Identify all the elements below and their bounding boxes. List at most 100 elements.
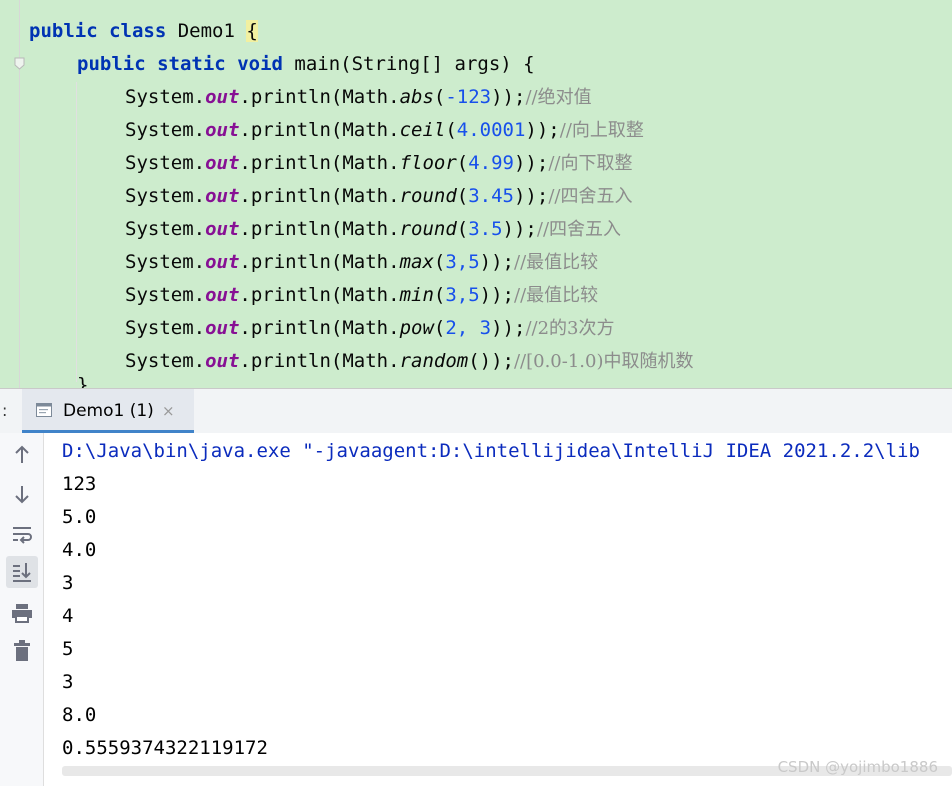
arrow-down-icon[interactable] [6, 478, 38, 510]
console-output-line: 4.0 [62, 539, 97, 561]
code-line-class-decl[interactable]: public class Demo1 { [29, 15, 258, 48]
code-comment: //绝对值 [525, 87, 592, 108]
soft-wrap-icon[interactable] [6, 518, 38, 550]
code-line-method-decl[interactable]: public static void main(String[] args) { [77, 48, 535, 81]
method-signature: main(String[] args) { [282, 53, 535, 75]
code-line-statement[interactable]: System.out.println(Math.round(3.45));//四… [125, 180, 632, 213]
code-line-statement[interactable]: System.out.println(Math.round(3.5));//四舍… [125, 213, 621, 246]
code-text: .println(Math. [239, 119, 400, 141]
field-ref: out [205, 86, 240, 108]
code-text: ( [433, 251, 446, 273]
trash-icon[interactable] [6, 635, 38, 667]
code-text: ( [445, 119, 457, 141]
print-icon[interactable] [6, 597, 38, 629]
console-output-line: 5 [62, 638, 74, 660]
code-text: .println(Math. [239, 152, 400, 174]
console-output[interactable]: D:\Java\bin\java.exe "-javaagent:D:\inte… [44, 433, 952, 786]
code-text: .println(Math. [239, 284, 400, 306]
code-comment: //向下取整 [548, 153, 633, 174]
tab-demo1-run[interactable]: Demo1 (1) × [22, 389, 194, 433]
code-comment: //最值比较 [514, 285, 599, 306]
run-tab-bar: : Demo1 (1) × [0, 388, 952, 434]
keyword: static [157, 53, 226, 75]
tab-label: Demo1 (1) [63, 401, 154, 421]
code-text: ( [456, 152, 469, 174]
console-command-line: D:\Java\bin\java.exe "-javaagent:D:\inte… [62, 440, 920, 462]
literal-args: 2, 3 [445, 317, 492, 339]
tab-bar-fragment: : [2, 401, 8, 420]
console-window-icon [36, 403, 52, 417]
code-text: ( [433, 284, 446, 306]
code-line-statement[interactable]: System.out.println(Math.floor(4.99));//向… [125, 147, 632, 180]
keyword: void [237, 53, 283, 75]
method-call: ceil [399, 119, 446, 141]
code-text: System. [125, 350, 206, 372]
code-text: System. [125, 152, 206, 174]
literal-args: -123 [445, 86, 492, 108]
keyword: class [109, 20, 167, 42]
field-ref: out [205, 185, 240, 207]
method-call: min [399, 284, 434, 306]
code-line-statement[interactable]: System.out.println(Math.abs(-123));//绝对值 [125, 81, 592, 114]
code-text: System. [125, 119, 206, 141]
code-line-close-brace[interactable]: } [77, 369, 88, 388]
code-comment: //四舍五入 [548, 186, 633, 207]
code-text: System. [125, 284, 206, 306]
method-call: abs [399, 86, 434, 108]
field-ref: out [205, 317, 240, 339]
console-output-line: 0.5559374322119172 [62, 737, 268, 759]
code-text: .println(Math. [239, 317, 400, 339]
literal-args: 3,5 [445, 284, 480, 306]
code-line-statement[interactable]: System.out.println(Math.random());//[0.0… [125, 345, 694, 378]
console-toolbar [0, 433, 44, 786]
code-line-statement[interactable]: System.out.println(Math.ceil(4.0001));//… [125, 114, 644, 147]
code-text: )); [479, 284, 514, 306]
code-editor[interactable]: public class Demo1 { public static void … [0, 0, 952, 388]
field-ref: out [205, 251, 240, 273]
method-call: round [399, 185, 457, 207]
method-call: pow [399, 317, 434, 339]
code-text: ( [468, 350, 480, 372]
code-text: System. [125, 218, 206, 240]
keyword: public [29, 20, 98, 42]
method-call: random [399, 350, 469, 372]
code-line-statement[interactable]: System.out.println(Math.pow(2, 3));//2的3… [125, 312, 614, 345]
code-text: )); [479, 251, 514, 273]
close-icon[interactable]: × [162, 402, 175, 420]
code-text: )); [479, 350, 514, 372]
code-text: System. [125, 251, 206, 273]
console-output-line: 4 [62, 605, 74, 627]
field-ref: out [205, 119, 240, 141]
fold-marker-icon[interactable] [14, 57, 25, 70]
keyword: public [77, 53, 146, 75]
code-comment: //最值比较 [514, 252, 599, 273]
code-text: .println(Math. [239, 251, 400, 273]
literal-args: 4.99 [468, 152, 514, 174]
method-call: floor [399, 152, 457, 174]
scroll-to-end-icon[interactable] [6, 556, 38, 588]
code-line-statement[interactable]: System.out.println(Math.min(3,5));//最值比较 [125, 279, 598, 312]
matched-brace: { [246, 20, 258, 42]
console-output-line: 3 [62, 572, 74, 594]
code-text: )); [491, 317, 526, 339]
code-text: System. [125, 317, 206, 339]
field-ref: out [205, 218, 240, 240]
method-call: round [399, 218, 457, 240]
code-line-statement[interactable]: System.out.println(Math.max(3,5));//最值比较 [125, 246, 598, 279]
arrow-up-icon[interactable] [6, 439, 38, 471]
watermark: CSDN @yojimbo1886 [777, 758, 938, 776]
method-call: max [399, 251, 434, 273]
literal-args: 3.5 [468, 218, 503, 240]
code-text: )); [513, 152, 549, 174]
literal-args: 3.45 [468, 185, 514, 207]
code-comment: //[0.0-1.0)中取随机数 [513, 351, 694, 372]
code-text: )); [502, 218, 537, 240]
code-comment: //四舍五入 [536, 219, 622, 240]
literal-args: 3,5 [445, 251, 480, 273]
code-text: .println(Math. [239, 218, 400, 240]
console-output-line: 8.0 [62, 704, 97, 726]
code-text: )); [525, 119, 560, 141]
code-text: ( [433, 86, 446, 108]
code-text: )); [491, 86, 526, 108]
code-text: System. [125, 86, 206, 108]
